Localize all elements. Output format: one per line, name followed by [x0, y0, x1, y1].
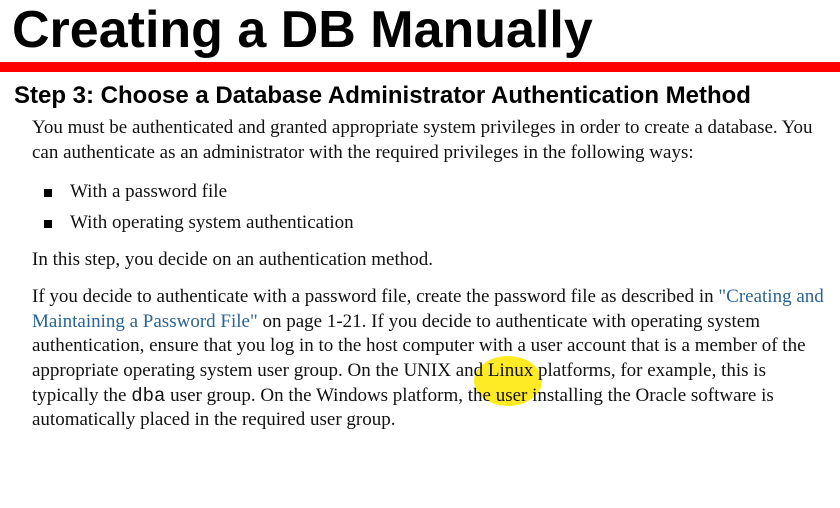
- intro-paragraph: You must be authenticated and granted ap…: [32, 116, 826, 165]
- list-item: With a password file: [44, 177, 826, 207]
- highlight-linux: Linux: [488, 360, 533, 381]
- highlight-text: Linux: [488, 360, 533, 381]
- auth-methods-list: With a password file With operating syst…: [44, 177, 826, 238]
- red-divider: [0, 62, 840, 72]
- slide-title: Creating a DB Manually: [12, 0, 840, 56]
- step-heading: Step 3: Choose a Database Administrator …: [14, 82, 826, 110]
- decide-paragraph: In this step, you decide on an authentic…: [32, 248, 826, 273]
- details-paragraph: If you decide to authenticate with a pas…: [32, 285, 826, 433]
- text-run: If you decide to authenticate with a pas…: [32, 286, 718, 307]
- slide-body: Step 3: Choose a Database Administrator …: [0, 72, 840, 433]
- slide: Creating a DB Manually Step 3: Choose a …: [0, 0, 840, 508]
- dba-code: dba: [131, 385, 165, 407]
- list-item: With operating system authentication: [44, 208, 826, 238]
